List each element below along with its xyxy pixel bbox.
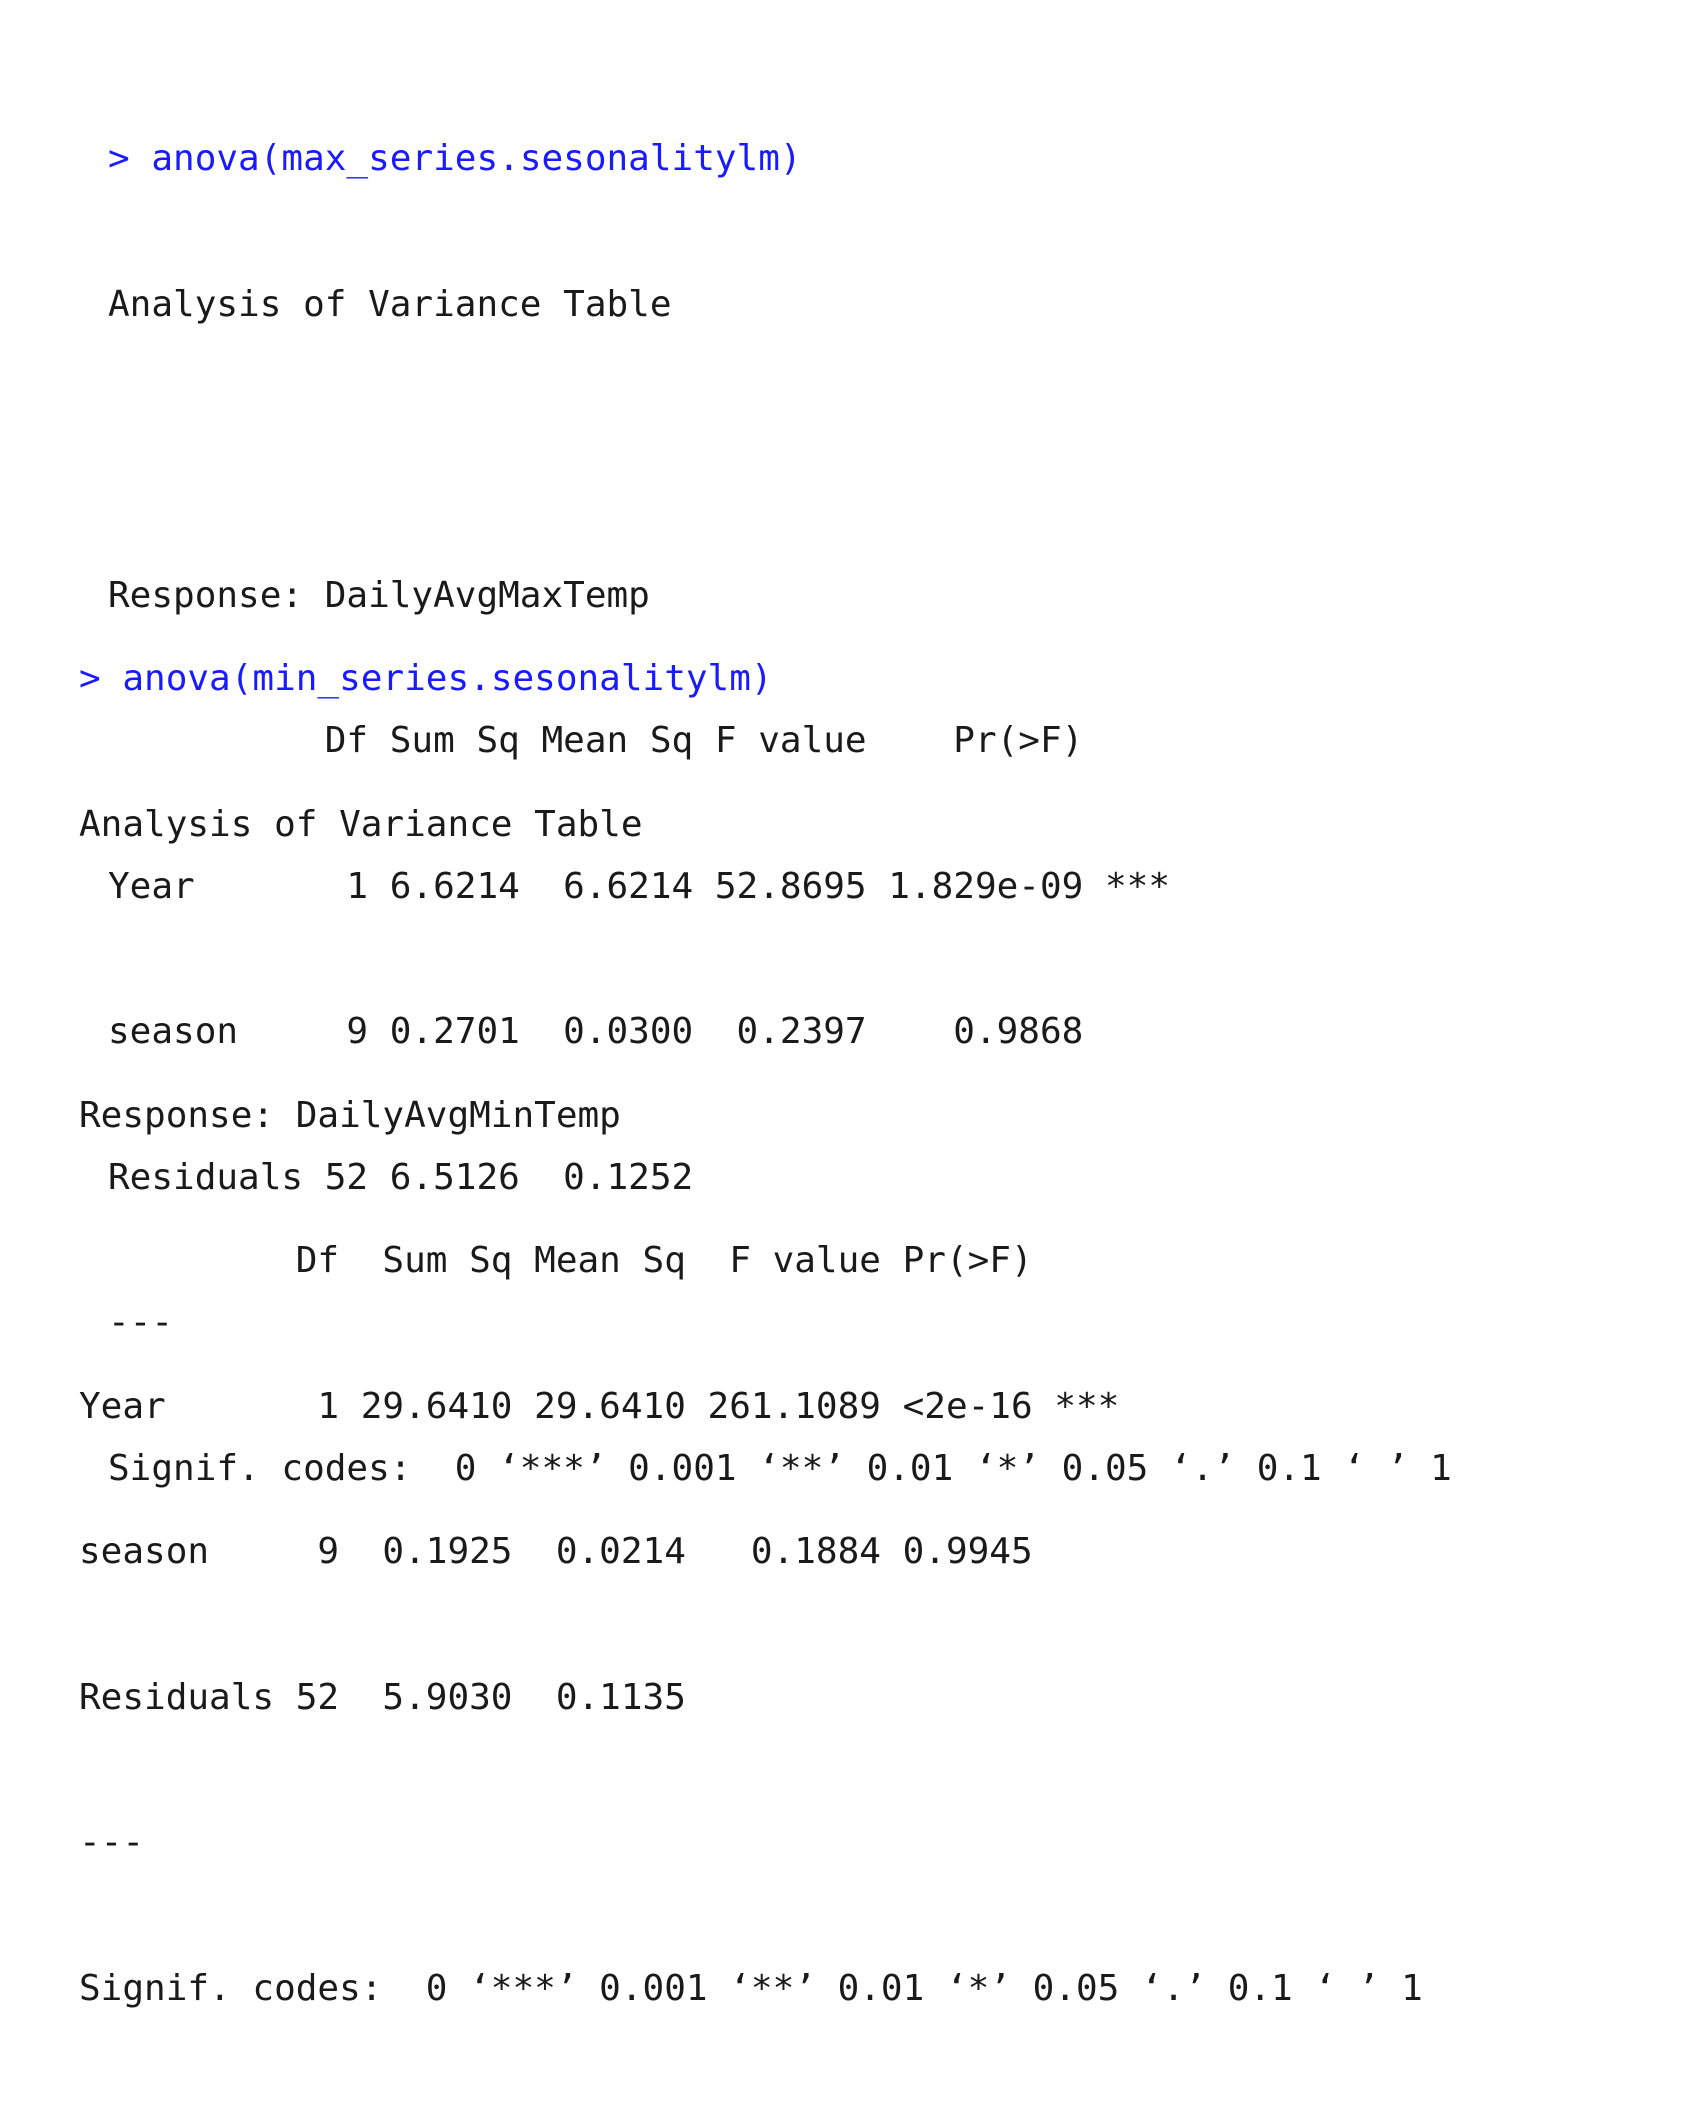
separator: --- bbox=[79, 1822, 145, 1863]
console-prompt: > bbox=[79, 658, 123, 699]
anova-output-min: > anova(min_series.sesonalitylm) Analysi… bbox=[79, 558, 1423, 2110]
command-text[interactable]: anova(min_series.sesonalitylm) bbox=[122, 658, 772, 699]
command-line[interactable]: > anova(max_series.sesonalitylm) bbox=[108, 135, 1452, 184]
console-prompt: > bbox=[108, 138, 152, 179]
table-row: season 9 0.1925 0.0214 0.1884 0.9945 bbox=[79, 1531, 1120, 1572]
response-label: Response: DailyAvgMinTemp bbox=[79, 1094, 621, 1136]
table-row: Year 1 29.6410 29.6410 261.1089 <2e-16 *… bbox=[79, 1385, 1120, 1427]
table-header: Df Sum Sq Mean Sq F value Pr(>F) bbox=[79, 1240, 1120, 1281]
signif-codes: Signif. codes: 0 ‘***’ 0.001 ‘**’ 0.01 ‘… bbox=[79, 1967, 1423, 2009]
table-title: Analysis of Variance Table bbox=[108, 283, 672, 325]
table-title: Analysis of Variance Table bbox=[79, 803, 643, 845]
command-text[interactable]: anova(max_series.sesonalitylm) bbox=[151, 138, 801, 179]
command-line[interactable]: > anova(min_series.sesonalitylm) bbox=[79, 655, 1423, 704]
table-row: Residuals 52 5.9030 0.1135 bbox=[79, 1676, 1120, 1718]
